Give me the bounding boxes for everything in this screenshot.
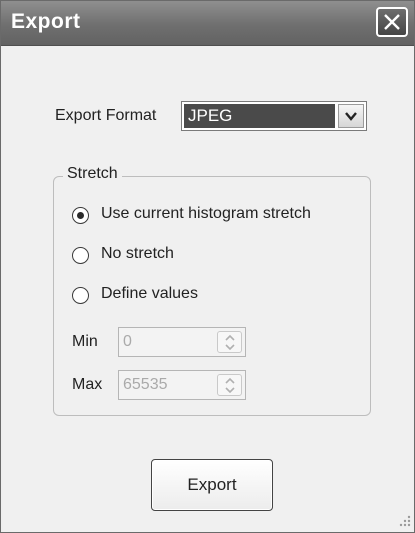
stretch-legend: Stretch <box>63 165 122 183</box>
max-value: 65535 <box>123 376 168 393</box>
radio-use-current-stretch[interactable] <box>72 207 89 224</box>
min-spinbox[interactable]: 0 <box>118 327 246 357</box>
max-label: Max <box>72 376 103 393</box>
max-stepper[interactable] <box>217 374 242 396</box>
radio-no-stretch[interactable] <box>72 247 89 264</box>
export-format-select[interactable]: JPEG <box>181 101 367 131</box>
export-format-value: JPEG <box>184 104 335 128</box>
min-stepper[interactable] <box>217 331 242 353</box>
spinner-arrows-icon <box>225 377 235 394</box>
min-label: Min <box>72 333 98 350</box>
resize-grip-icon[interactable] <box>396 513 412 529</box>
export-format-label: Export Format <box>55 107 157 124</box>
min-value: 0 <box>123 333 132 350</box>
window-title: Export <box>11 10 81 33</box>
close-icon <box>384 14 400 30</box>
close-button[interactable] <box>376 7 408 37</box>
radio-label-no-stretch[interactable]: No stretch <box>101 245 174 263</box>
radio-selected-dot <box>76 211 84 219</box>
export-dialog: Export Export Format JPEG Stretch Use cu… <box>0 0 415 533</box>
title-bar[interactable]: Export <box>1 1 414 46</box>
radio-define-values[interactable] <box>72 287 89 304</box>
radio-label-define-values[interactable]: Define values <box>101 285 198 303</box>
radio-label-use-current-stretch[interactable]: Use current histogram stretch <box>101 205 311 223</box>
spinner-arrows-icon <box>225 334 235 351</box>
chevron-down-icon <box>345 112 357 121</box>
export-button[interactable]: Export <box>151 459 273 511</box>
max-spinbox[interactable]: 65535 <box>118 370 246 400</box>
export-format-dropdown-button[interactable] <box>338 104 364 128</box>
